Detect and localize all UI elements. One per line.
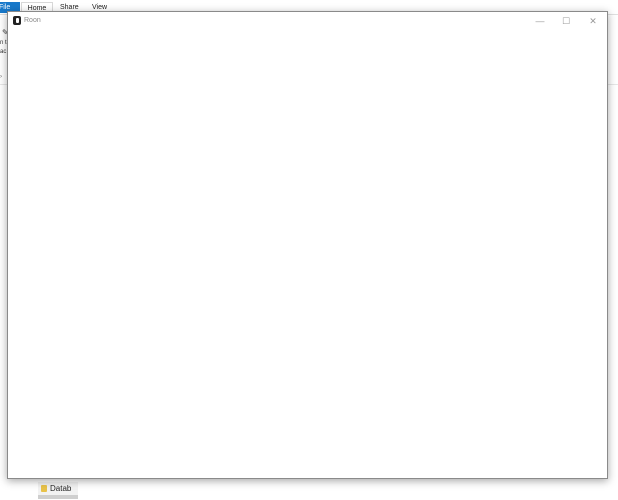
roon-window: Roon — ☐ ✕ <box>7 11 608 479</box>
ribbon-label-fragment: ac <box>0 49 7 55</box>
close-button[interactable]: ✕ <box>580 12 606 30</box>
chevron-right-icon[interactable]: › <box>0 74 2 80</box>
minimize-button[interactable]: — <box>527 12 553 30</box>
folder-icon <box>41 485 47 492</box>
maximize-button[interactable]: ☐ <box>553 12 579 30</box>
nav-pane-item[interactable]: Datab <box>38 482 78 496</box>
window-content-area <box>8 30 607 478</box>
window-title: Roon <box>24 17 41 24</box>
title-bar[interactable]: Roon — ☐ ✕ <box>8 12 607 30</box>
horizontal-scrollbar[interactable] <box>38 495 78 499</box>
roon-app-icon <box>13 16 21 25</box>
nav-item-label: Datab <box>50 484 72 493</box>
